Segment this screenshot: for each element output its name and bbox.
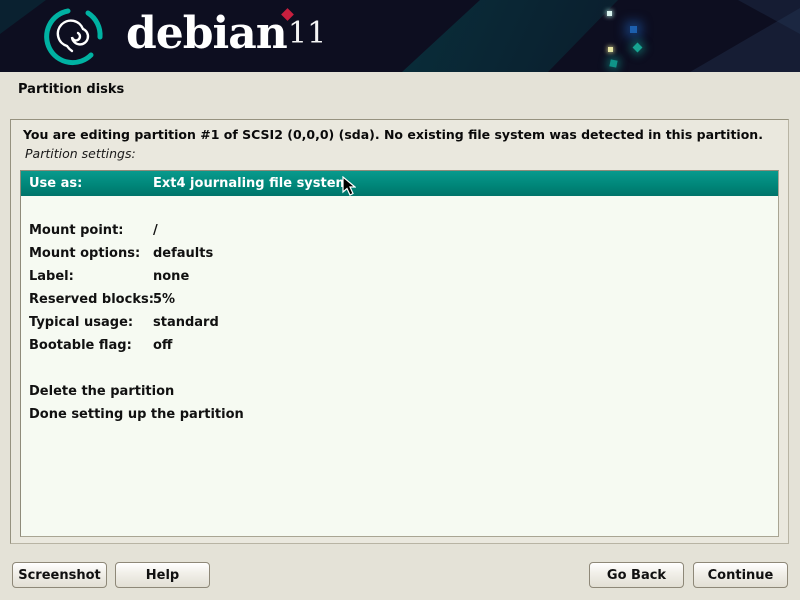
setting-value: Ext4 journaling file system [153, 176, 349, 191]
list-item-bootable-flag[interactable]: Bootable flag: off [21, 334, 778, 357]
header-decoration-corner-band [0, 0, 800, 72]
header-decoration-left-corner [0, 0, 800, 72]
list-item-mount-options[interactable]: Mount options: defaults [21, 242, 778, 265]
continue-button[interactable]: Continue [693, 562, 788, 588]
list-item-label[interactable]: Label: none [21, 265, 778, 288]
setting-value: none [153, 269, 189, 284]
setting-value: off [153, 338, 172, 353]
list-item-spacer [21, 357, 778, 380]
list-item-delete-partition[interactable]: Delete the partition [21, 380, 778, 403]
setting-label: Bootable flag: [21, 338, 153, 353]
screenshot-button[interactable]: Screenshot [12, 562, 107, 588]
action-label: Delete the partition [21, 384, 778, 399]
header-banner: debian 11 [0, 0, 800, 72]
header-sparkle-yellow [608, 47, 613, 52]
partition-settings-list[interactable]: Use as: Ext4 journaling file system Moun… [20, 170, 779, 537]
setting-label: Typical usage: [21, 315, 153, 330]
setting-value: / [153, 223, 158, 238]
partition-settings-label: Partition settings: [25, 146, 136, 161]
setting-label: Reserved blocks: [21, 292, 153, 307]
header-sparkle-white [607, 11, 612, 16]
info-message: You are editing partition #1 of SCSI2 (0… [23, 127, 763, 142]
setting-label: Label: [21, 269, 153, 284]
setting-value: standard [153, 315, 219, 330]
list-item-spacer [21, 196, 778, 219]
setting-value: defaults [153, 246, 213, 261]
go-back-button[interactable]: Go Back [589, 562, 684, 588]
setting-label: Mount point: [21, 223, 153, 238]
header-sparkle-blue [630, 26, 637, 33]
header-sparkle-teal-diamond [633, 43, 643, 53]
main-panel: You are editing partition #1 of SCSI2 (0… [10, 119, 789, 544]
list-item-typical-usage[interactable]: Typical usage: standard [21, 311, 778, 334]
list-item-done-setting-up[interactable]: Done setting up the partition [21, 403, 778, 426]
header-decoration-teal-band [0, 0, 800, 72]
list-item-reserved-blocks[interactable]: Reserved blocks: 5% [21, 288, 778, 311]
list-item-use-as[interactable]: Use as: Ext4 journaling file system [21, 171, 778, 196]
list-item-mount-point[interactable]: Mount point: / [21, 219, 778, 242]
debian-swirl-logo-icon [44, 4, 108, 68]
action-label: Done setting up the partition [21, 407, 778, 422]
setting-label: Use as: [21, 176, 153, 191]
brand-version: 11 [288, 16, 326, 51]
setting-value: 5% [153, 292, 175, 307]
header-sparkle-teal-square [609, 59, 617, 67]
header-decoration-right-band [0, 0, 800, 72]
help-button[interactable]: Help [115, 562, 210, 588]
mouse-cursor-icon [342, 176, 356, 197]
setting-label: Mount options: [21, 246, 153, 261]
brand-name: debian [126, 8, 287, 59]
page-title: Partition disks [18, 82, 124, 97]
